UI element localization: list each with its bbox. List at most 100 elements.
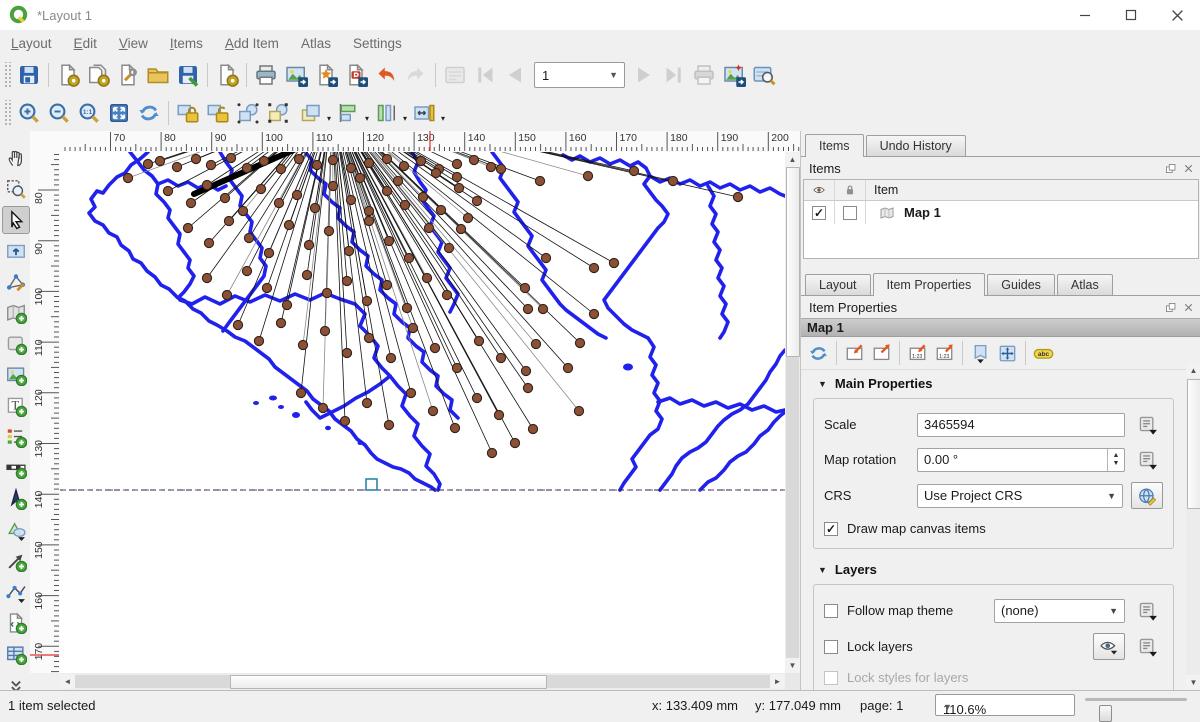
float-panel-icon[interactable] (1164, 301, 1177, 314)
toolbar-grip[interactable] (3, 62, 11, 88)
refresh-view-button[interactable] (134, 98, 164, 128)
vscroll-thumb[interactable] (786, 167, 800, 357)
toolbar-grip[interactable] (3, 100, 11, 126)
group-items-button[interactable] (233, 98, 263, 128)
menu-atlas[interactable]: Atlas (290, 32, 342, 55)
zoom-actual-button[interactable]: 1:1 (74, 98, 104, 128)
maximize-button[interactable] (1108, 0, 1154, 30)
edit-nodes-tool-button[interactable] (2, 268, 30, 296)
undo-button[interactable] (371, 60, 401, 90)
resize-items-button[interactable]: ▾ (407, 98, 445, 128)
zoom-slider-handle[interactable] (1099, 705, 1112, 722)
zoom-out-button[interactable] (44, 98, 74, 128)
zoom-tool-button[interactable] (2, 175, 30, 203)
draw-map-canvas-items-checkbox[interactable]: ✓ (824, 522, 838, 536)
zoom-level-combobox[interactable]: 110.6% ▼ (935, 694, 1075, 716)
export-as-svg-button[interactable] (311, 60, 341, 90)
crs-combobox[interactable]: Use Project CRS ▼ (917, 484, 1123, 508)
add-arrow-button[interactable] (2, 547, 30, 575)
lock-layers-data-defined-button[interactable] (1133, 634, 1163, 659)
add-label-button[interactable]: T (2, 392, 30, 420)
close-panel-icon[interactable] (1182, 301, 1195, 314)
move-item-content-tool-button[interactable] (2, 237, 30, 265)
zoom-slider[interactable] (1085, 698, 1187, 701)
minimize-button[interactable] (1062, 0, 1108, 30)
open-folder-button[interactable] (143, 60, 173, 90)
add-items-from-template-button[interactable] (212, 60, 242, 90)
add-north-arrow-button[interactable] (2, 485, 30, 513)
scale-input[interactable]: 3465594 (917, 413, 1125, 437)
menu-settings[interactable]: Settings (342, 32, 413, 55)
export-as-pdf-button[interactable] (341, 60, 371, 90)
export-as-image-button[interactable] (281, 60, 311, 90)
spin-arrows-icon[interactable]: ▲▼ (1107, 449, 1124, 471)
tab-items[interactable]: Items (805, 134, 864, 157)
scroll-up-icon[interactable]: ▲ (1186, 363, 1200, 378)
add-map-button[interactable] (2, 299, 30, 327)
print-layout-button[interactable] (251, 60, 281, 90)
save-project-button[interactable] (14, 60, 44, 90)
items-list-row-map1[interactable]: ✓ Map 1 (804, 201, 1198, 224)
add-html-button[interactable] (2, 609, 30, 637)
select-crs-button[interactable] (1131, 482, 1163, 509)
theme-data-defined-button[interactable] (1133, 598, 1163, 623)
tab-guides[interactable]: Guides (987, 274, 1055, 295)
align-items-button[interactable]: ▾ (331, 98, 369, 128)
add-3d-map-button[interactable] (2, 330, 30, 358)
atlas-settings-button[interactable] (749, 60, 779, 90)
distribute-items-button[interactable]: ▾ (369, 98, 407, 128)
add-picture-button[interactable] (2, 361, 30, 389)
unlock-items-button[interactable] (203, 98, 233, 128)
menu-add-item[interactable]: Add Item (214, 32, 290, 55)
map-item[interactable] (60, 152, 785, 673)
add-node-item-button[interactable] (2, 578, 30, 606)
atlas-feature-combo[interactable]: 1▼ (534, 62, 625, 88)
map1-visibility-checkbox[interactable]: ✓ (812, 206, 826, 220)
tab-layout[interactable]: Layout (805, 274, 871, 295)
ungroup-items-button[interactable] (263, 98, 293, 128)
map-theme-combobox[interactable]: (none) ▼ (994, 599, 1125, 623)
new-layout-button[interactable] (53, 60, 83, 90)
panel-scrollbar[interactable]: ▲ ▼ (1186, 363, 1200, 690)
canvas-vertical-scrollbar[interactable]: ▲ ▼ (785, 152, 800, 673)
visible-layers-button[interactable] (1093, 633, 1125, 660)
scroll-left-icon[interactable]: ◄ (60, 674, 75, 689)
scroll-down-icon[interactable]: ▼ (1186, 675, 1200, 690)
main-properties-section-header[interactable]: ▼ Main Properties (818, 376, 1186, 391)
rotation-data-defined-button[interactable] (1133, 447, 1163, 472)
panel-scroll-thumb[interactable] (1187, 379, 1200, 509)
select-move-item-tool-button[interactable] (2, 206, 30, 234)
duplicate-layout-button[interactable] (83, 60, 113, 90)
tab-undo-history[interactable]: Undo History (866, 135, 966, 156)
add-shape-button[interactable] (2, 516, 30, 544)
zoom-full-button[interactable] (104, 98, 134, 128)
layout-canvas[interactable] (60, 152, 785, 673)
map1-lock-checkbox[interactable] (843, 206, 857, 220)
close-panel-icon[interactable] (1182, 162, 1195, 175)
scale-data-defined-button[interactable] (1133, 412, 1163, 437)
float-panel-icon[interactable] (1164, 162, 1177, 175)
scroll-right-icon[interactable]: ► (770, 674, 785, 689)
menu-items[interactable]: Items (159, 32, 214, 55)
scroll-up-icon[interactable]: ▲ (785, 152, 800, 167)
menu-edit[interactable]: Edit (63, 32, 108, 55)
lock-items-button[interactable] (173, 98, 203, 128)
layers-section-header[interactable]: ▼ Layers (818, 562, 1186, 577)
close-button[interactable] (1154, 0, 1200, 30)
add-legend-button[interactable] (2, 423, 30, 451)
canvas-horizontal-scrollbar[interactable]: ◄ ► (60, 673, 785, 690)
map-rotation-spinbox[interactable]: 0.00 ° ▲▼ (917, 448, 1125, 472)
map-selection-handle[interactable] (366, 479, 377, 490)
tab-item-properties[interactable]: Item Properties (873, 273, 986, 296)
lock-layers-checkbox[interactable] (824, 640, 838, 654)
hscroll-thumb[interactable] (230, 675, 547, 689)
scroll-down-icon[interactable]: ▼ (785, 658, 800, 673)
menu-layout[interactable]: Layout (0, 32, 63, 55)
tab-atlas[interactable]: Atlas (1057, 274, 1113, 295)
save-as-template-button[interactable] (173, 60, 203, 90)
zoom-in-button[interactable] (14, 98, 44, 128)
pan-tool-button[interactable] (2, 144, 30, 172)
export-atlas-button[interactable] (719, 60, 749, 90)
layout-manager-button[interactable] (113, 60, 143, 90)
add-scalebar-button[interactable] (2, 454, 30, 482)
